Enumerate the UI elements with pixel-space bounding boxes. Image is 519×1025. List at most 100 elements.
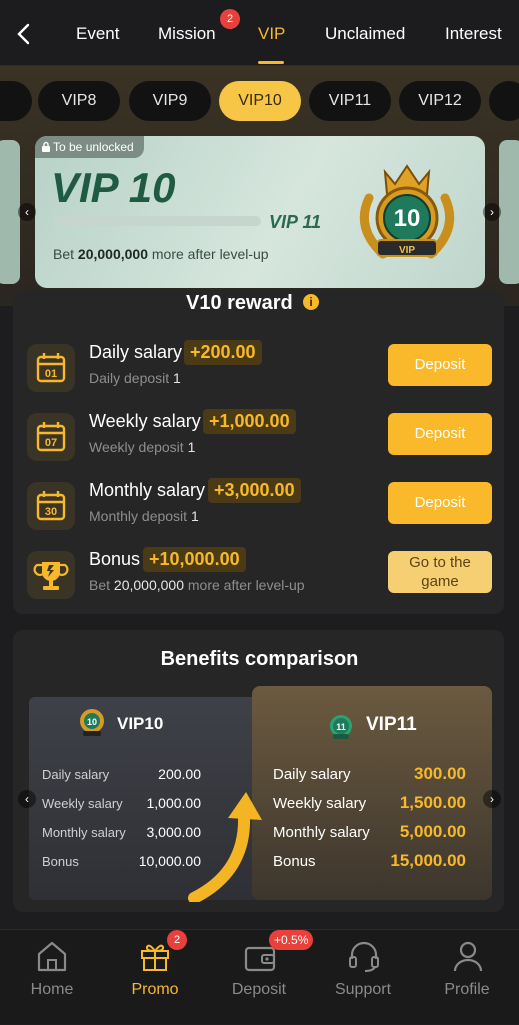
compare-next-button[interactable]: ›	[483, 790, 501, 808]
active-tab-indicator	[258, 61, 284, 64]
deposit-bonus-badge: +0.5%	[269, 930, 314, 950]
level-pill-vip9[interactable]: VIP9	[129, 81, 211, 121]
compare-value: 15,000.00	[390, 851, 466, 870]
prev-card-button[interactable]: ‹	[18, 203, 36, 221]
go-to-game-button[interactable]: Go to the game	[388, 551, 492, 593]
bottom-nav: Home Promo 2 Deposit +0.5% Support Profi…	[0, 929, 519, 1024]
next-level-name: VIP11	[366, 714, 417, 735]
vip11-medal-icon: 11	[330, 715, 352, 739]
benefits-comparison-title: Benefits comparison	[160, 648, 359, 670]
tab-event[interactable]: Event	[76, 24, 119, 44]
compare-value: 200.00	[158, 766, 201, 782]
level-progress-bar	[53, 216, 261, 226]
nav-promo[interactable]: Promo 2	[105, 930, 205, 1025]
nav-label: Promo	[131, 981, 179, 998]
requirement-label: Monthly deposit	[89, 508, 188, 524]
reward-title: V10 reward i	[186, 292, 320, 315]
tab-vip[interactable]: VIP	[258, 24, 285, 44]
calendar-icon: 01	[27, 344, 75, 392]
medal-ribbon-text: VIP	[399, 245, 415, 256]
deposit-button[interactable]: Deposit	[388, 413, 492, 455]
level-pill-vip11[interactable]: VIP11	[309, 81, 391, 121]
reward-row-daily: 01 Daily salary +200.00 Daily deposit 1 …	[27, 340, 492, 400]
compare-label: Daily salary	[273, 766, 351, 783]
vip-level-card: To be unlocked VIP 10 VIP 11 Bet 20,000,…	[35, 136, 485, 288]
headset-icon	[349, 941, 379, 972]
compare-label: Bonus	[42, 854, 79, 869]
nav-home[interactable]: Home	[2, 930, 102, 1025]
requirement-value: 1	[173, 370, 181, 386]
nav-deposit[interactable]: Deposit +0.5%	[209, 930, 314, 1025]
nav-profile[interactable]: Profile	[417, 930, 517, 1025]
tab-mission[interactable]: Mission	[158, 24, 216, 44]
chevron-left-icon	[17, 23, 30, 45]
lock-status-pill: To be unlocked	[35, 136, 144, 158]
calendar-icon: 07	[27, 413, 75, 461]
reward-requirement: Daily deposit 1	[89, 370, 181, 386]
bet-prefix: Bet	[53, 246, 75, 262]
gift-icon	[141, 944, 169, 971]
requirement-value: 1	[190, 508, 199, 524]
reward-requirement: Monthly deposit 1	[89, 508, 199, 524]
requirement-label: Bet	[89, 577, 111, 593]
next-card-button[interactable]: ›	[483, 203, 501, 221]
svg-text:i: i	[310, 295, 313, 309]
deposit-button[interactable]: Deposit	[388, 344, 492, 386]
level-pill-vip8[interactable]: VIP8	[38, 81, 120, 121]
next-vip-card-peek[interactable]	[499, 140, 519, 284]
medal-number: 10	[87, 717, 97, 727]
mission-badge: 2	[220, 9, 240, 29]
reward-row-monthly: 30 Monthly salary +3,000.00 Monthly depo…	[27, 478, 492, 538]
reward-requirement: Weekly deposit 1	[89, 439, 195, 455]
requirement-label: Weekly deposit	[89, 439, 184, 455]
lock-icon	[42, 141, 50, 152]
go-to-game-line2: game	[421, 573, 459, 590]
reward-amount: +10,000.00	[143, 547, 246, 572]
tab-unclaimed[interactable]: Unclaimed	[325, 24, 405, 44]
back-button[interactable]	[12, 20, 36, 48]
bet-suffix: more after level-up	[151, 246, 269, 262]
compare-value: 300.00	[414, 764, 466, 783]
level-pill-vip10[interactable]: VIP10	[219, 81, 301, 121]
nav-label: Deposit	[231, 981, 287, 998]
compare-value: 5,000.00	[399, 822, 466, 841]
reward-row-weekly: 07 Weekly salary +1,000.00 Weekly deposi…	[27, 409, 492, 469]
requirement-label: Daily deposit	[89, 370, 170, 386]
requirement-suffix: more after level-up	[187, 577, 305, 593]
reward-title-label: Bonus	[89, 549, 141, 569]
go-to-game-line1: Go to the	[409, 554, 471, 571]
vip10-medal-icon: 10	[80, 709, 104, 736]
bet-amount: 20,000,000	[77, 246, 148, 262]
compare-prev-button[interactable]: ‹	[18, 790, 36, 808]
vip-medal-icon: 10 VIP	[359, 164, 455, 259]
tab-interest[interactable]: Interest	[445, 24, 502, 44]
compare-label: Weekly salary	[42, 796, 123, 811]
compare-label: Daily salary	[42, 767, 110, 782]
promo-badge: 2	[167, 930, 187, 950]
deposit-button[interactable]: Deposit	[388, 482, 492, 524]
nav-label: Support	[334, 981, 392, 998]
reward-amount: +200.00	[184, 340, 262, 365]
nav-label: Home	[30, 981, 74, 998]
reward-title-text: V10 reward	[186, 292, 293, 314]
level-pill-vip12[interactable]: VIP12	[399, 81, 481, 121]
calendar-icon: 30	[27, 482, 75, 530]
nav-support[interactable]: Support	[313, 930, 413, 1025]
reward-requirement: Bet 20,000,000 more after level-up	[89, 577, 305, 593]
compare-label: Monthly salary	[273, 824, 370, 841]
reward-title-label: Weekly salary	[89, 411, 201, 431]
reward-title-label: Daily salary	[89, 342, 183, 362]
vip-card-title: VIP 10	[51, 164, 176, 211]
user-icon	[453, 941, 483, 972]
reward-title-label: Monthly salary	[89, 480, 206, 500]
reward-row-bonus: Bonus +10,000.00 Bet 20,000,000 more aft…	[27, 547, 492, 607]
medal-number: 10	[394, 205, 421, 232]
requirement-value: 20,000,000	[113, 577, 184, 593]
next-level-label: VIP 11	[269, 212, 322, 232]
reward-amount: +3,000.00	[208, 478, 301, 503]
prev-vip-card-peek[interactable]	[0, 140, 20, 284]
top-nav: Event Mission 2 VIP Unclaimed Interest	[0, 0, 519, 66]
home-icon	[37, 941, 67, 972]
nav-label: Profile	[444, 981, 490, 998]
info-icon[interactable]: i	[302, 293, 320, 311]
